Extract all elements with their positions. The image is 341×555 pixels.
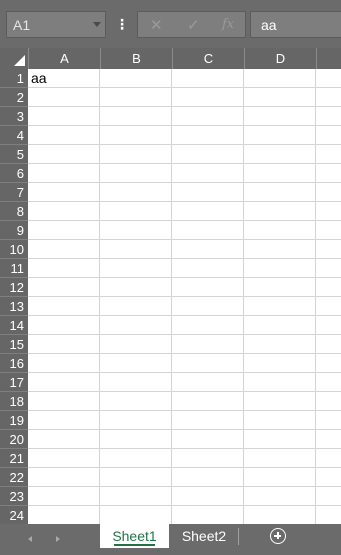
- row-gridline: [28, 220, 341, 221]
- row-gridline: [28, 144, 341, 145]
- cancel-icon[interactable]: ✕: [150, 16, 163, 34]
- scroll-tabs-right-icon[interactable]: [56, 536, 60, 542]
- add-sheet-plus-icon[interactable]: [270, 528, 286, 544]
- row-gridline: [28, 334, 341, 335]
- row-header-1[interactable]: 1: [0, 69, 28, 88]
- formula-buttons: ✕ ✓ fx: [137, 11, 246, 38]
- row-header-5[interactable]: 5: [0, 145, 28, 164]
- row-header-16[interactable]: 16: [0, 354, 28, 373]
- select-all-button[interactable]: [0, 48, 28, 69]
- column-header-a[interactable]: A: [28, 48, 100, 69]
- row-gridline: [28, 505, 341, 506]
- row-header-20[interactable]: 20: [0, 430, 28, 449]
- tab-sheet2[interactable]: Sheet2: [171, 524, 237, 548]
- row-header-21[interactable]: 21: [0, 449, 28, 468]
- row-header-22[interactable]: 22: [0, 468, 28, 487]
- formula-input[interactable]: aa: [250, 11, 341, 38]
- tab-divider: [238, 528, 239, 545]
- row-gridline: [28, 315, 341, 316]
- row-gridline: [28, 467, 341, 468]
- more-options-icon[interactable]: ⋮: [115, 13, 129, 35]
- row-gridline: [28, 391, 341, 392]
- active-tab-indicator: [114, 544, 155, 546]
- row-header-12[interactable]: 12: [0, 278, 28, 297]
- row-header-24[interactable]: 24: [0, 506, 28, 524]
- row-gridline: [28, 182, 341, 183]
- row-header-8[interactable]: 8: [0, 202, 28, 221]
- column-header-partial[interactable]: [316, 48, 341, 69]
- row-header-13[interactable]: 13: [0, 297, 28, 316]
- column-header-b[interactable]: B: [100, 48, 172, 69]
- row-header-4[interactable]: 4: [0, 126, 28, 145]
- row-header-10[interactable]: 10: [0, 240, 28, 259]
- row-header-3[interactable]: 3: [0, 107, 28, 126]
- row-header-19[interactable]: 19: [0, 411, 28, 430]
- row-header-11[interactable]: 11: [0, 259, 28, 278]
- row-gridline: [28, 163, 341, 164]
- row-header-17[interactable]: 17: [0, 373, 28, 392]
- select-all-icon: [14, 55, 25, 66]
- column-header-c[interactable]: C: [172, 48, 244, 69]
- formula-value: aa: [261, 17, 277, 33]
- row-gridline: [28, 201, 341, 202]
- row-header-9[interactable]: 9: [0, 221, 28, 240]
- enter-icon[interactable]: ✓: [187, 16, 200, 34]
- row-gridline: [28, 353, 341, 354]
- tab-sheet1[interactable]: Sheet1: [100, 524, 169, 548]
- cell-a1[interactable]: aa: [28, 69, 100, 88]
- sheet-grid: ABCD 1 2 3 4 5 6 7 8 9 10 11 12 13 14 15 16 17 18 19 20 21 22…: [0, 48, 341, 524]
- tab-label: Sheet1: [112, 528, 157, 544]
- row-header-15[interactable]: 15: [0, 335, 28, 354]
- row-gridline: [28, 239, 341, 240]
- name-box[interactable]: A1: [6, 11, 106, 38]
- row-gridline: [28, 296, 341, 297]
- tab-label: Sheet2: [181, 528, 227, 544]
- row-header-14[interactable]: 14: [0, 316, 28, 335]
- name-box-value: A1: [13, 17, 31, 33]
- row-gridline: [28, 486, 341, 487]
- row-header-18[interactable]: 18: [0, 392, 28, 411]
- column-header-row: ABCD: [0, 48, 341, 69]
- chevron-down-icon[interactable]: [93, 22, 101, 27]
- row-header-6[interactable]: 6: [0, 164, 28, 183]
- sheet-tab-bar: Sheet1 Sheet2: [0, 524, 341, 555]
- row-gridline: [28, 258, 341, 259]
- formula-bar: A1 ⋮ ✕ ✓ fx aa: [0, 0, 341, 48]
- row-gridline: [28, 106, 341, 107]
- row-header-7[interactable]: 7: [0, 183, 28, 202]
- column-header-d[interactable]: D: [244, 48, 316, 69]
- insert-function-icon[interactable]: fx: [222, 17, 234, 32]
- scroll-tabs-left-icon[interactable]: [28, 536, 32, 542]
- row-header-2[interactable]: 2: [0, 88, 28, 107]
- row-gridline: [28, 372, 341, 373]
- row-gridline: [28, 125, 341, 126]
- row-header-23[interactable]: 23: [0, 487, 28, 506]
- row-gridline: [28, 277, 341, 278]
- row-gridline: [28, 448, 341, 449]
- row-gridline: [28, 410, 341, 411]
- row-gridline: [28, 429, 341, 430]
